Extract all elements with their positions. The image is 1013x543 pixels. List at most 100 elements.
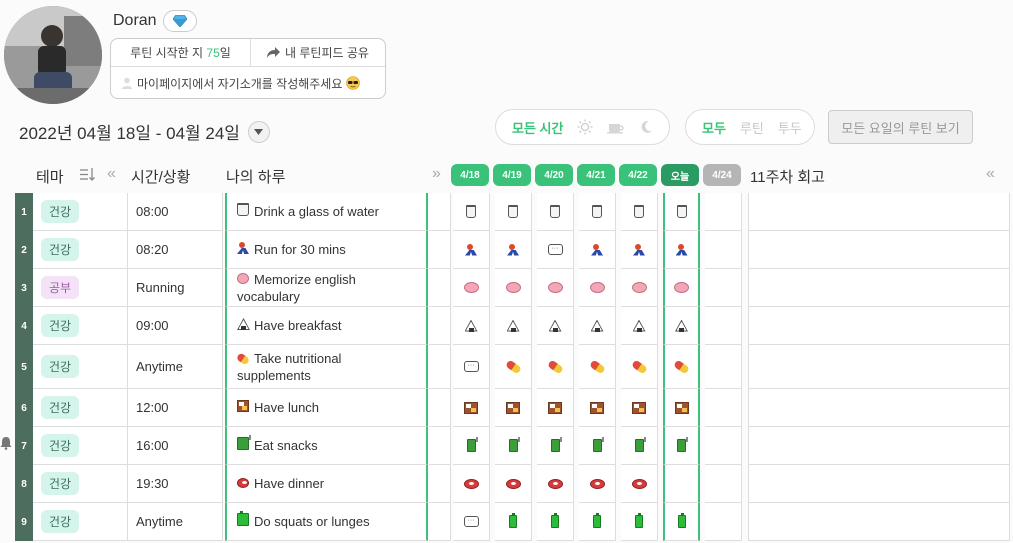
check-cell[interactable]	[453, 269, 490, 307]
date-tag[interactable]: 4/18	[451, 164, 489, 186]
task-cell[interactable]: Do squats or lunges	[225, 503, 428, 541]
task-cell[interactable]: Take nutritional supplements	[225, 345, 428, 389]
check-cell[interactable]	[579, 193, 616, 231]
time-cell[interactable]: Running	[128, 269, 223, 307]
retro-cell[interactable]	[748, 193, 1010, 231]
retro-cell[interactable]	[748, 307, 1010, 345]
check-cell[interactable]	[621, 231, 658, 269]
share-feed-button[interactable]: 내 루틴피드 공유	[251, 44, 385, 61]
check-cell[interactable]	[579, 231, 616, 269]
check-cell[interactable]	[495, 193, 532, 231]
check-cell[interactable]	[705, 307, 742, 345]
check-cell[interactable]	[579, 389, 616, 427]
check-cell[interactable]	[705, 503, 742, 541]
check-cell[interactable]	[705, 389, 742, 427]
check-cell[interactable]	[453, 465, 490, 503]
check-cell[interactable]	[705, 193, 742, 231]
theme-tag[interactable]: 건강	[41, 238, 80, 261]
task-cell[interactable]: Memorize english vocabulary	[225, 269, 428, 307]
theme-tag[interactable]: 건강	[41, 434, 80, 457]
time-cell[interactable]: 12:00	[128, 389, 223, 427]
check-cell[interactable]	[453, 231, 490, 269]
check-cell[interactable]	[453, 389, 490, 427]
check-cell[interactable]	[537, 389, 574, 427]
bell-icon[interactable]	[0, 436, 12, 453]
check-cell[interactable]	[453, 193, 490, 231]
check-cell[interactable]	[621, 193, 658, 231]
task-cell[interactable]: Run for 30 mins	[225, 231, 428, 269]
theme-tag[interactable]: 건강	[41, 510, 80, 533]
task-cell[interactable]: Drink a glass of water	[225, 193, 428, 231]
theme-tag[interactable]: 건강	[41, 314, 80, 337]
retro-cell[interactable]	[748, 345, 1010, 389]
theme-tag[interactable]: 건강	[41, 472, 80, 495]
check-cell[interactable]	[663, 231, 700, 269]
check-cell[interactable]	[495, 269, 532, 307]
check-cell[interactable]	[705, 465, 742, 503]
avatar[interactable]	[4, 6, 102, 104]
retro-cell[interactable]	[748, 465, 1010, 503]
check-cell[interactable]	[579, 307, 616, 345]
coffee-cup-icon[interactable]	[607, 120, 625, 134]
check-cell[interactable]	[579, 503, 616, 541]
collapse-left-icon[interactable]: «	[107, 165, 116, 183]
check-cell[interactable]	[663, 503, 700, 541]
check-cell[interactable]	[495, 389, 532, 427]
task-cell[interactable]: Eat snacks	[225, 427, 428, 465]
check-cell[interactable]	[663, 193, 700, 231]
check-cell[interactable]	[705, 269, 742, 307]
check-cell[interactable]	[495, 231, 532, 269]
task-cell[interactable]: Have lunch	[225, 389, 428, 427]
check-cell[interactable]	[621, 465, 658, 503]
retro-cell[interactable]	[748, 269, 1010, 307]
check-cell[interactable]: ···	[453, 503, 490, 541]
check-cell[interactable]	[663, 389, 700, 427]
date-tag[interactable]: 4/20	[535, 164, 573, 186]
check-cell[interactable]	[621, 389, 658, 427]
time-cell[interactable]: Anytime	[128, 503, 223, 541]
theme-tag[interactable]: 건강	[41, 200, 80, 223]
time-cell[interactable]: 08:00	[128, 193, 223, 231]
retro-cell[interactable]	[748, 389, 1010, 427]
date-tag[interactable]: 4/19	[493, 164, 531, 186]
check-cell[interactable]	[537, 345, 574, 389]
check-cell[interactable]	[579, 345, 616, 389]
type-filter-all[interactable]: 모두	[702, 118, 726, 137]
check-cell[interactable]	[663, 465, 700, 503]
time-cell[interactable]: 16:00	[128, 427, 223, 465]
date-tag[interactable]: 오늘	[661, 164, 699, 186]
date-tag[interactable]: 4/21	[577, 164, 615, 186]
time-cell[interactable]: 08:20	[128, 231, 223, 269]
check-cell[interactable]	[621, 307, 658, 345]
time-cell[interactable]: Anytime	[128, 345, 223, 389]
check-cell[interactable]	[537, 269, 574, 307]
check-cell[interactable]	[495, 427, 532, 465]
check-cell[interactable]	[495, 345, 532, 389]
date-tag[interactable]: 4/22	[619, 164, 657, 186]
check-cell[interactable]	[495, 307, 532, 345]
sun-icon[interactable]	[577, 119, 593, 135]
check-cell[interactable]	[495, 465, 532, 503]
task-cell[interactable]: Have breakfast	[225, 307, 428, 345]
task-cell[interactable]: Have dinner	[225, 465, 428, 503]
check-cell[interactable]	[705, 427, 742, 465]
retro-cell[interactable]	[748, 427, 1010, 465]
check-cell[interactable]	[621, 427, 658, 465]
check-cell[interactable]	[537, 193, 574, 231]
check-cell[interactable]	[537, 465, 574, 503]
retro-cell[interactable]	[748, 231, 1010, 269]
time-filter-all[interactable]: 모든 시간	[512, 118, 563, 137]
check-cell[interactable]	[621, 345, 658, 389]
intro-prompt[interactable]: 마이페이지에서 자기소개를 작성해주세요	[111, 67, 385, 99]
gem-badge[interactable]	[162, 10, 197, 32]
retro-cell[interactable]	[748, 503, 1010, 541]
check-cell[interactable]	[579, 427, 616, 465]
check-cell[interactable]	[663, 269, 700, 307]
check-cell[interactable]	[663, 427, 700, 465]
theme-tag[interactable]: 공부	[41, 276, 80, 299]
check-cell[interactable]: ···	[453, 345, 490, 389]
check-cell[interactable]	[621, 269, 658, 307]
sort-icon[interactable]	[80, 168, 96, 184]
all-weekday-routines-button[interactable]: 모든 요일의 루틴 보기	[828, 110, 973, 144]
time-cell[interactable]: 09:00	[128, 307, 223, 345]
